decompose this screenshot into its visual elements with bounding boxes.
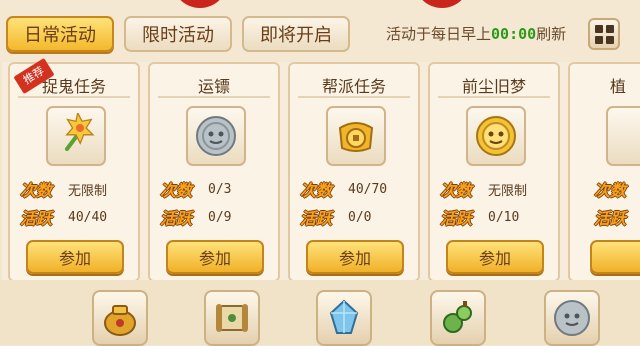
- count-row: 次数 无限制: [440, 178, 548, 200]
- silver-coin-icon[interactable]: [544, 290, 600, 346]
- activity-card-partial: 植 次数 活跃: [568, 62, 640, 282]
- activity-value: 0/10: [488, 209, 520, 225]
- partial-icon[interactable]: [606, 106, 640, 166]
- silver-coin-icon[interactable]: [186, 106, 246, 166]
- activity-row: 活跃 0/10: [440, 206, 548, 228]
- count-value: 0/3: [208, 181, 232, 197]
- activity-card: 前尘旧梦 次数 无限制 活跃 0/10 参加: [428, 62, 560, 282]
- join-button[interactable]: 参加: [446, 240, 544, 274]
- tab-limited-activities[interactable]: 限时活动: [124, 16, 232, 52]
- grid-cell: [605, 24, 614, 33]
- count-label: 次数: [440, 181, 473, 200]
- tab-upcoming[interactable]: 即将开启: [242, 16, 350, 52]
- activity-label: 活跃: [300, 209, 333, 228]
- count-label: 次数: [300, 181, 333, 200]
- card-title-text: 捉鬼任务: [41, 77, 106, 96]
- card-title: 运镖: [150, 74, 278, 100]
- refresh-time: 00:00: [491, 25, 537, 43]
- tab-daily-activities[interactable]: 日常活动: [6, 16, 114, 52]
- count-value: 40/70: [348, 181, 388, 197]
- activity-card: 运镖 次数 0/3 活跃 0/9 参加: [148, 62, 280, 282]
- gold-medal-icon[interactable]: [466, 106, 526, 166]
- top-decoration: [172, 0, 228, 8]
- activity-row: 活跃 40/40: [20, 206, 128, 228]
- activity-row: 活跃 0/9: [160, 206, 268, 228]
- count-row: 次数 0/3: [160, 178, 268, 200]
- card-title-text: 运镖: [197, 77, 230, 96]
- activity-value: 0/0: [348, 209, 372, 225]
- activity-row: 活跃 0/0: [300, 206, 408, 228]
- gold-coin-icon[interactable]: [326, 106, 386, 166]
- scroll-icon[interactable]: [204, 290, 260, 346]
- grid-cell: [605, 35, 614, 44]
- join-button[interactable]: 参加: [306, 240, 404, 274]
- grid-icon: [594, 24, 603, 33]
- grid-cell: [594, 35, 603, 44]
- activity-label: 活跃: [160, 209, 193, 228]
- green-gourd-icon[interactable]: [430, 290, 486, 346]
- join-button[interactable]: 参加: [166, 240, 264, 274]
- count-label: 次数: [160, 181, 193, 200]
- join-button-partial[interactable]: [590, 240, 640, 274]
- top-decoration: [414, 0, 470, 8]
- card-title-text: 帮派任务: [321, 77, 386, 96]
- card-title-text: 前尘旧梦: [461, 77, 526, 96]
- activity-value: 0/9: [208, 209, 232, 225]
- card-title: 植: [570, 74, 640, 100]
- count-row: 次数 无限制: [20, 178, 128, 200]
- activity-card: 帮派任务 次数 40/70 活跃 0/0 参加: [288, 62, 420, 282]
- flower-wand-icon[interactable]: [46, 106, 106, 166]
- card-title: 帮派任务: [290, 74, 418, 100]
- count-row: 次数 40/70: [300, 178, 408, 200]
- count-row: 次数: [594, 178, 630, 200]
- activity-card: 捉鬼任务 推荐 次数 无限制 活跃 40/40 参加: [8, 57, 140, 282]
- refresh-suffix: 刷新: [536, 25, 567, 43]
- card-title-text: 植: [610, 77, 627, 96]
- count-label: 次数: [594, 181, 627, 200]
- count-value: 无限制: [68, 183, 108, 199]
- join-button[interactable]: 参加: [26, 240, 124, 274]
- activity-value: 40/40: [68, 209, 108, 225]
- activity-label: 活跃: [594, 209, 627, 228]
- count-value: 无限制: [488, 183, 528, 199]
- grid-menu-button[interactable]: [588, 18, 620, 50]
- card-title: 前尘旧梦: [430, 74, 558, 100]
- refresh-notice: 活动于每日早上00:00刷新: [386, 23, 566, 44]
- activity-label: 活跃: [440, 209, 473, 228]
- blue-crystal-icon[interactable]: [316, 290, 372, 346]
- activity-row: 活跃: [594, 206, 630, 228]
- count-label: 次数: [20, 181, 53, 200]
- activity-label: 活跃: [20, 209, 53, 228]
- refresh-prefix: 活动于每日早上: [386, 25, 492, 43]
- golden-pot-icon[interactable]: [92, 290, 148, 346]
